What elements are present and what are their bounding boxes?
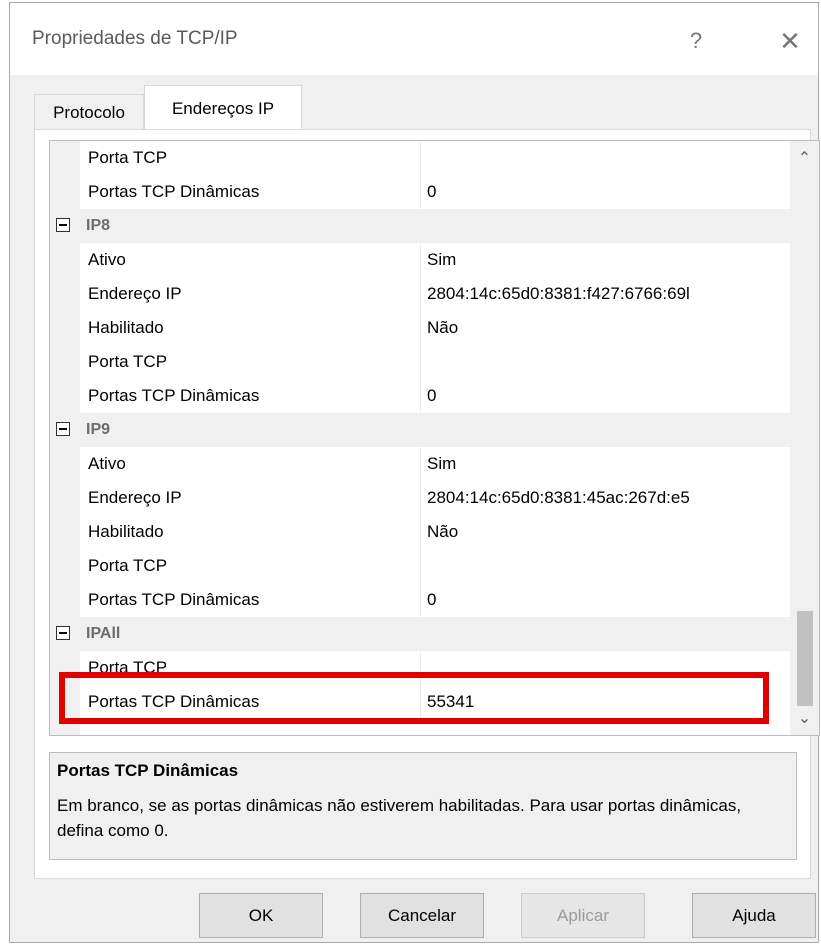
property-value[interactable] <box>423 651 777 685</box>
property-value[interactable]: Não <box>423 515 777 549</box>
property-value[interactable]: 0 <box>423 175 777 209</box>
tcpip-properties-dialog: Propriedades de TCP/IP ? ✕ Protocolo End… <box>9 2 820 943</box>
grid-rows: Porta TCP Portas TCP Dinâmicas 0 IP8 Ativo Si… <box>50 141 791 719</box>
cancel-button[interactable]: Cancelar <box>360 893 484 938</box>
property-row[interactable]: Ativo Sim <box>50 243 791 277</box>
collapse-icon[interactable] <box>56 218 70 232</box>
column-divider <box>420 583 421 617</box>
column-divider <box>420 311 421 345</box>
property-label: Portas TCP Dinâmicas <box>88 692 260 711</box>
scroll-thumb[interactable] <box>797 611 813 706</box>
column-divider <box>420 175 421 209</box>
scroll-up-icon[interactable]: ⌃ <box>790 141 819 175</box>
property-value[interactable] <box>423 345 777 379</box>
column-divider <box>420 277 421 311</box>
property-row[interactable]: Portas TCP Dinâmicas 0 <box>50 379 791 413</box>
property-row[interactable]: Portas TCP Dinâmicas 0 <box>50 583 791 617</box>
property-row[interactable]: Portas TCP Dinâmicas 55341 <box>50 685 791 719</box>
property-row[interactable]: Habilitado Não <box>50 311 791 345</box>
property-label: Portas TCP Dinâmicas <box>88 590 260 609</box>
property-value[interactable]: Não <box>423 311 777 345</box>
column-divider <box>420 447 421 481</box>
close-icon[interactable]: ✕ <box>770 21 810 61</box>
vertical-scrollbar[interactable]: ⌃ ⌄ <box>790 141 819 735</box>
scroll-down-icon[interactable]: ⌄ <box>790 701 819 735</box>
tab-panel: Porta TCP Portas TCP Dinâmicas 0 IP8 Ativo Si… <box>34 129 820 879</box>
property-row[interactable]: Porta TCP <box>50 345 791 379</box>
property-value[interactable]: Sim <box>423 243 777 277</box>
category-row[interactable]: IP8 <box>50 209 791 243</box>
title-bar: Propriedades de TCP/IP ? ✕ <box>10 3 818 75</box>
column-divider <box>420 685 421 719</box>
property-row[interactable]: Endereço IP 2804:14c:65d0:8381:f427:6766:… <box>50 277 791 311</box>
property-value[interactable]: 0 <box>423 379 777 413</box>
property-value[interactable]: 0 <box>423 583 777 617</box>
column-divider <box>420 243 421 277</box>
tab-enderecos-ip[interactable]: Endereços IP <box>144 85 302 131</box>
category-row[interactable]: IPAll <box>50 617 791 651</box>
property-label: Endereço IP <box>88 284 182 303</box>
property-label: Ativo <box>88 250 126 269</box>
category-row[interactable]: IP9 <box>50 413 791 447</box>
column-divider <box>420 379 421 413</box>
help-button[interactable]: Ajuda <box>692 893 816 938</box>
category-label: IP8 <box>86 217 111 234</box>
ok-button[interactable]: OK <box>199 893 323 938</box>
column-divider <box>420 549 421 583</box>
property-value[interactable] <box>423 141 777 175</box>
property-row[interactable]: Porta TCP <box>50 141 791 175</box>
property-grid[interactable]: Porta TCP Portas TCP Dinâmicas 0 IP8 Ativo Si… <box>49 140 820 736</box>
property-value[interactable]: 2804:14c:65d0:8381:f427:6766:69l <box>423 277 777 311</box>
window-title: Propriedades de TCP/IP <box>32 28 238 49</box>
apply-button[interactable]: Aplicar <box>521 893 645 938</box>
description-text: Em branco, se as portas dinâmicas não es… <box>57 796 742 840</box>
property-label: Porta TCP <box>88 658 168 677</box>
property-row[interactable]: Habilitado Não <box>50 515 791 549</box>
category-label: IP9 <box>86 421 111 438</box>
property-row[interactable]: Porta TCP <box>50 651 791 685</box>
tab-protocolo[interactable]: Protocolo <box>34 94 144 130</box>
description-title: Portas TCP Dinâmicas <box>57 761 239 780</box>
property-value[interactable]: Sim <box>423 447 777 481</box>
property-label: Porta TCP <box>88 148 168 167</box>
property-label: Ativo <box>88 454 126 473</box>
category-label: IPAll <box>86 625 121 642</box>
column-divider <box>420 141 421 175</box>
property-label: Habilitado <box>88 522 164 541</box>
property-row[interactable]: Ativo Sim <box>50 447 791 481</box>
property-value[interactable]: 2804:14c:65d0:8381:45ac:267d:e5 <box>423 481 777 515</box>
column-divider <box>420 651 421 685</box>
property-value[interactable]: 55341 <box>423 685 777 719</box>
property-label: Portas TCP Dinâmicas <box>88 182 260 201</box>
property-label: Portas TCP Dinâmicas <box>88 386 260 405</box>
property-label: Habilitado <box>88 318 164 337</box>
property-row[interactable]: Portas TCP Dinâmicas 0 <box>50 175 791 209</box>
collapse-icon[interactable] <box>56 626 70 640</box>
property-label: Endereço IP <box>88 488 182 507</box>
collapse-icon[interactable] <box>56 422 70 436</box>
property-label: Porta TCP <box>88 556 168 575</box>
column-divider <box>420 481 421 515</box>
property-row[interactable]: Endereço IP 2804:14c:65d0:8381:45ac:267d:… <box>50 481 791 515</box>
property-value[interactable] <box>423 549 777 583</box>
property-row[interactable]: Porta TCP <box>50 549 791 583</box>
column-divider <box>420 345 421 379</box>
help-icon[interactable]: ? <box>676 21 716 61</box>
property-label: Porta TCP <box>88 352 168 371</box>
description-box: Portas TCP Dinâmicas Em branco, se as po… <box>49 752 797 860</box>
column-divider <box>420 515 421 549</box>
